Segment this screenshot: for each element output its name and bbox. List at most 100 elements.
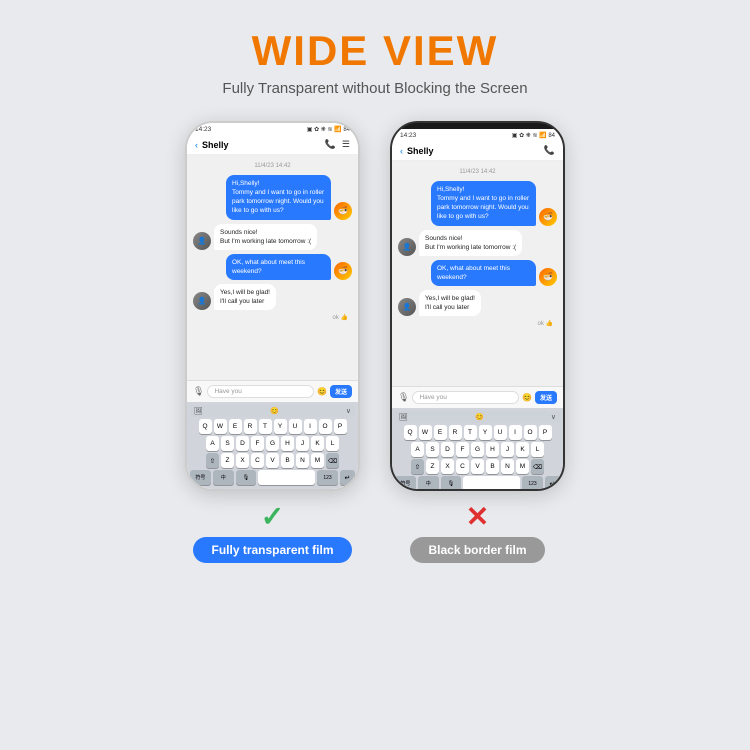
send-btn-left[interactable]: 发送	[330, 385, 352, 398]
msg-r-4: 👤 Yes,I will be glad!I'll call you later	[398, 290, 557, 316]
key-z[interactable]: Z	[221, 453, 234, 468]
key-r-i[interactable]: I	[509, 425, 522, 440]
status-bar-left: 14:23 ▣ ✿ ❋ ≋ 📶 84	[187, 123, 358, 135]
key-r-c[interactable]: C	[456, 459, 469, 474]
key-chinese[interactable]: 中	[213, 470, 234, 485]
emoji-icon-left[interactable]: 😊	[317, 387, 327, 396]
key-r-s[interactable]: S	[426, 442, 439, 457]
key-r-z[interactable]: Z	[426, 459, 439, 474]
keyboard-left: 🖼 😊 ∨ Q W E R T Y U I O P	[187, 402, 358, 489]
key-y[interactable]: Y	[274, 419, 287, 434]
key-r[interactable]: R	[244, 419, 257, 434]
key-u[interactable]: U	[289, 419, 302, 434]
key-o[interactable]: O	[319, 419, 332, 434]
key-b[interactable]: B	[281, 453, 294, 468]
key-q[interactable]: Q	[199, 419, 212, 434]
key-h[interactable]: H	[281, 436, 294, 451]
key-r-symbols[interactable]: 符号	[395, 476, 416, 491]
input-field-left[interactable]: Have you	[207, 385, 314, 398]
input-field-right[interactable]: Have you	[412, 391, 519, 404]
key-r-t[interactable]: T	[464, 425, 477, 440]
kb-chevron-r[interactable]: ∨	[551, 413, 556, 421]
key-f[interactable]: F	[251, 436, 264, 451]
msg-3: OK, what about meet this weekend? 🍜	[193, 254, 352, 280]
bubble-r-4: Yes,I will be glad!I'll call you later	[419, 290, 481, 316]
key-r-k[interactable]: K	[516, 442, 529, 457]
key-t[interactable]: T	[259, 419, 272, 434]
back-arrow-left[interactable]: ‹	[195, 140, 198, 150]
key-r-chinese[interactable]: 中	[418, 476, 439, 491]
kb-emoji-tool-r[interactable]: 😊	[475, 413, 484, 421]
avatar-food-r2: 🍜	[539, 268, 557, 286]
key-n[interactable]: N	[296, 453, 309, 468]
key-r-123[interactable]: 123	[522, 476, 543, 491]
key-r-p[interactable]: P	[539, 425, 552, 440]
key-r-b[interactable]: B	[486, 459, 499, 474]
key-r-space[interactable]	[463, 476, 520, 491]
mic-icon-left[interactable]: 🎙	[193, 386, 204, 397]
key-r-d[interactable]: D	[441, 442, 454, 457]
key-r-r[interactable]: R	[449, 425, 462, 440]
key-m[interactable]: M	[311, 453, 324, 468]
key-shift[interactable]: ⇧	[206, 453, 219, 468]
key-r-q[interactable]: Q	[404, 425, 417, 440]
key-w[interactable]: W	[214, 419, 227, 434]
time-left: 14:23	[195, 126, 211, 133]
emoji-icon-right[interactable]: 😊	[522, 393, 532, 402]
key-i[interactable]: I	[304, 419, 317, 434]
key-r-u[interactable]: U	[494, 425, 507, 440]
key-space[interactable]	[258, 470, 315, 485]
key-k[interactable]: K	[311, 436, 324, 451]
key-123[interactable]: 123	[317, 470, 338, 485]
key-r-h[interactable]: H	[486, 442, 499, 457]
key-e[interactable]: E	[229, 419, 242, 434]
menu-icon-left[interactable]: ☰	[342, 139, 350, 150]
key-d[interactable]: D	[236, 436, 249, 451]
key-delete[interactable]: ⌫	[326, 453, 339, 468]
key-r-a[interactable]: A	[411, 442, 424, 457]
kb-sticker-r[interactable]: 🖼	[399, 413, 408, 421]
key-g[interactable]: G	[266, 436, 279, 451]
key-r-m[interactable]: M	[516, 459, 529, 474]
key-r-n[interactable]: N	[501, 459, 514, 474]
key-r-f[interactable]: F	[456, 442, 469, 457]
ok-label-right: ok 👍	[398, 320, 557, 327]
key-enter[interactable]: ↵	[340, 470, 355, 485]
key-j[interactable]: J	[296, 436, 309, 451]
kb-chevron[interactable]: ∨	[346, 407, 351, 415]
key-p[interactable]: P	[334, 419, 347, 434]
send-btn-right[interactable]: 发送	[535, 391, 557, 404]
kb-sticker[interactable]: 🖼	[194, 407, 203, 415]
kb-emoji-tool[interactable]: 😊	[270, 407, 279, 415]
chat-messages-right: 11/4/23 14:42 Hi,Shelly!Tommy and I want…	[392, 161, 563, 386]
key-r-y[interactable]: Y	[479, 425, 492, 440]
phone-icon-right[interactable]: 📞	[544, 145, 555, 156]
msg-4: 👤 Yes,I will be glad!I'll call you later	[193, 284, 352, 310]
key-r-j[interactable]: J	[501, 442, 514, 457]
key-r-l[interactable]: L	[531, 442, 544, 457]
key-x[interactable]: X	[236, 453, 249, 468]
key-l[interactable]: L	[326, 436, 339, 451]
key-r-delete[interactable]: ⌫	[531, 459, 544, 474]
key-a[interactable]: A	[206, 436, 219, 451]
keyboard-right: 🖼 😊 ∨ Q W E R T Y U I O P	[392, 408, 563, 491]
back-arrow-right[interactable]: ‹	[400, 146, 403, 156]
key-r-w[interactable]: W	[419, 425, 432, 440]
key-r-enter[interactable]: ↵	[545, 476, 560, 491]
mic-icon-right[interactable]: 🎙	[398, 392, 409, 403]
key-r-mic[interactable]: 🎙	[441, 476, 462, 491]
left-label-wrap: ✓ Fully transparent film	[193, 503, 351, 563]
phone-icon-left[interactable]: 📞	[325, 139, 336, 150]
key-r-o[interactable]: O	[524, 425, 537, 440]
key-r-x[interactable]: X	[441, 459, 454, 474]
key-r-e[interactable]: E	[434, 425, 447, 440]
key-v[interactable]: V	[266, 453, 279, 468]
key-mic-kb[interactable]: 🎙	[236, 470, 257, 485]
key-s[interactable]: S	[221, 436, 234, 451]
kb-row-r2: A S D F G H J K L	[395, 442, 560, 457]
key-c[interactable]: C	[251, 453, 264, 468]
key-r-shift[interactable]: ⇧	[411, 459, 424, 474]
key-r-g[interactable]: G	[471, 442, 484, 457]
key-symbols[interactable]: 符号	[190, 470, 211, 485]
key-r-v[interactable]: V	[471, 459, 484, 474]
